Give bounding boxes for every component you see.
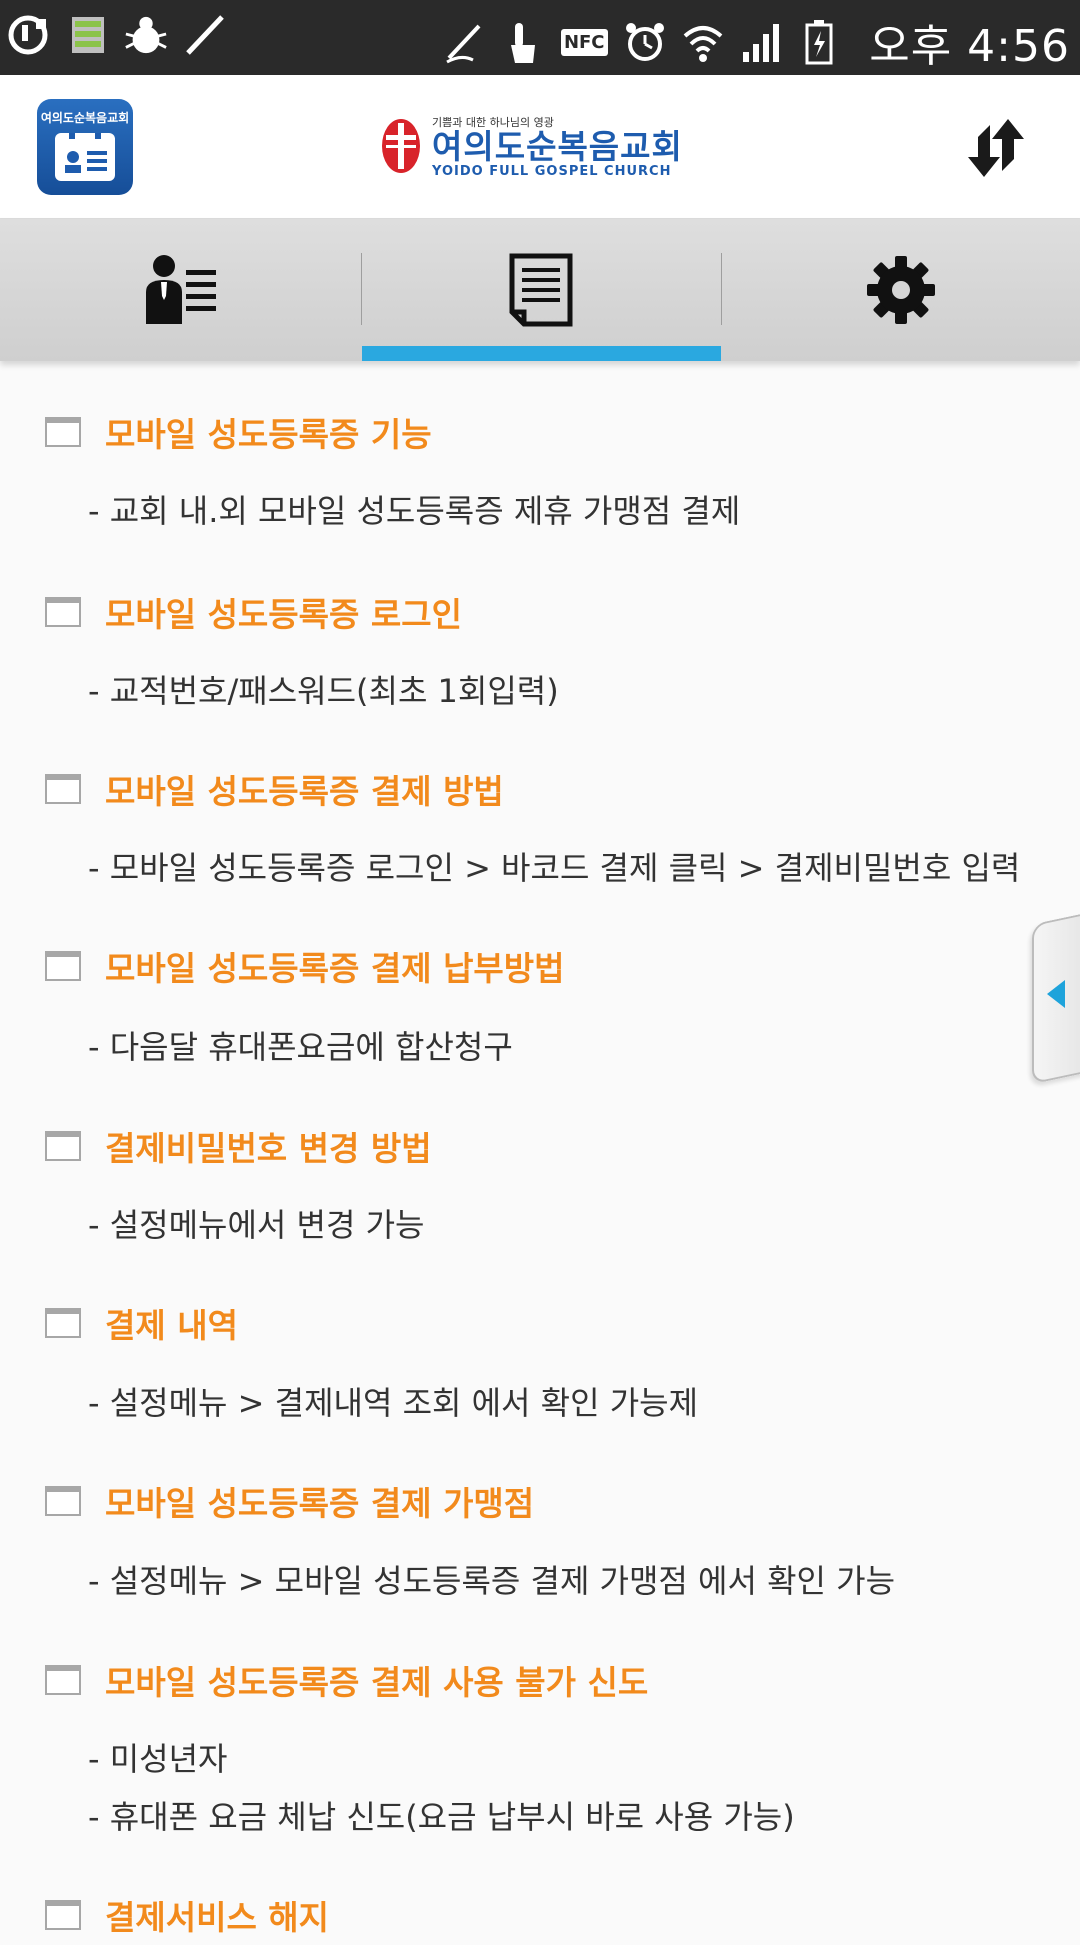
wifi-icon — [681, 19, 725, 65]
section-header[interactable]: 결제비밀번호 변경 방법 — [0, 1116, 1080, 1176]
signal-icon — [739, 19, 783, 65]
section-header[interactable]: 모바일 성도등록증 결제 방법 — [0, 759, 1080, 819]
section-line: - 설정메뉴 > 모바일 성도등록증 결제 가맹점 에서 확인 가능 — [88, 1562, 896, 1600]
tab-document[interactable] — [361, 219, 721, 361]
nfc-label: NFC — [560, 28, 608, 56]
section-title: 결제 내역 — [105, 1306, 238, 1345]
app-icon-label: 여의도순복음교회 — [40, 111, 130, 125]
section-title: 모바일 성도등록증 로그인 — [105, 595, 462, 634]
section-line: - 교적번호/패스워드(최초 1회입력) — [88, 672, 559, 710]
window-icon — [45, 1308, 81, 1338]
touch-icon — [501, 19, 545, 65]
window-icon — [45, 1665, 81, 1695]
gear-icon — [867, 256, 935, 324]
sync-button[interactable] — [958, 113, 1034, 183]
section-header[interactable]: 모바일 성도등록증 결제 가맹점 — [0, 1471, 1080, 1531]
status-right-icons: NFC 오후 4:56 — [443, 10, 1070, 74]
section-header[interactable]: 모바일 성도등록증 기능 — [0, 402, 1080, 462]
pen-icon — [182, 12, 226, 58]
logo-text: 기쁨과 대한 하나님의 영광 여의도순복음교회 YOIDO FULL GOSPE… — [432, 114, 683, 179]
section-line: - 설정메뉴에서 변경 가능 — [88, 1206, 425, 1244]
member-card-icon — [146, 255, 216, 324]
section-header[interactable]: 모바일 성도등록증 결제 납부방법 — [0, 936, 1080, 996]
bug-icon — [124, 12, 168, 58]
section-title: 결제비밀번호 변경 방법 — [105, 1129, 432, 1168]
nfc-icon: NFC — [559, 19, 609, 65]
tab-member-card[interactable] — [0, 219, 360, 361]
window-icon — [45, 1900, 81, 1930]
section-line: - 교회 내.외 모바일 성도등록증 제휴 가맹점 결제 — [88, 492, 741, 530]
status-bar: NFC 오후 4:56 — [0, 0, 1080, 75]
chevron-left-icon[interactable] — [1047, 980, 1065, 1008]
app-header: 여의도순복음교회 기쁨과 대한 하나님의 영광 여의도순복음교회 YOIDO F… — [0, 75, 1080, 219]
church-logo: 기쁨과 대한 하나님의 영광 여의도순복음교회 YOIDO FULL GOSPE… — [380, 114, 683, 179]
app-icon[interactable]: 여의도순복음교회 — [37, 99, 133, 195]
alarm-icon — [623, 19, 667, 65]
battery-icon — [797, 19, 841, 65]
window-icon — [45, 1131, 81, 1161]
tab-selected-indicator — [362, 346, 721, 361]
tab-bar — [0, 219, 1080, 361]
window-icon — [45, 951, 81, 981]
section-line: - 모바일 성도등록증 로그인 > 바코드 결제 클릭 > 결제비밀번호 입력 — [88, 849, 1021, 887]
stylus-icon — [443, 19, 487, 65]
section-title: 결제서비스 해지 — [105, 1898, 330, 1937]
section-header[interactable]: 결제서비스 해지 — [0, 1885, 1080, 1945]
window-icon — [45, 1486, 81, 1516]
storage-icon — [66, 12, 110, 58]
window-icon — [45, 597, 81, 627]
section-line: - 휴대폰 요금 체납 신도(요금 납부시 바로 사용 가능) — [88, 1798, 795, 1836]
section-line: - 다음달 휴대폰요금에 합산청구 — [88, 1028, 513, 1066]
tab-settings[interactable] — [721, 219, 1080, 361]
logo-english: YOIDO FULL GOSPEL CHURCH — [432, 163, 672, 179]
uplus-icon — [8, 12, 52, 58]
cross-emblem-icon — [382, 119, 420, 173]
logo-title: 여의도순복음교회 — [432, 126, 683, 166]
section-line: - 미성년자 — [88, 1740, 228, 1778]
status-left-icons — [8, 12, 226, 58]
section-header[interactable]: 모바일 성도등록증 결제 사용 불가 신도 — [0, 1650, 1080, 1710]
sync-icon — [968, 119, 1024, 177]
section-title: 모바일 성도등록증 결제 방법 — [105, 772, 504, 811]
section-header[interactable]: 결제 내역 — [0, 1293, 1080, 1353]
status-time: 오후 4:56 — [869, 21, 1070, 72]
window-icon — [45, 417, 81, 447]
section-line: - 설정메뉴 > 결제내역 조회 에서 확인 가능제 — [88, 1384, 699, 1422]
document-icon — [509, 253, 573, 327]
id-card-icon — [55, 129, 115, 181]
section-title: 모바일 성도등록증 결제 납부방법 — [105, 949, 565, 988]
section-header[interactable]: 모바일 성도등록증 로그인 — [0, 582, 1080, 642]
section-title: 모바일 성도등록증 기능 — [105, 415, 432, 454]
section-title: 모바일 성도등록증 결제 사용 불가 신도 — [105, 1663, 649, 1702]
section-title: 모바일 성도등록증 결제 가맹점 — [105, 1484, 535, 1523]
window-icon — [45, 774, 81, 804]
